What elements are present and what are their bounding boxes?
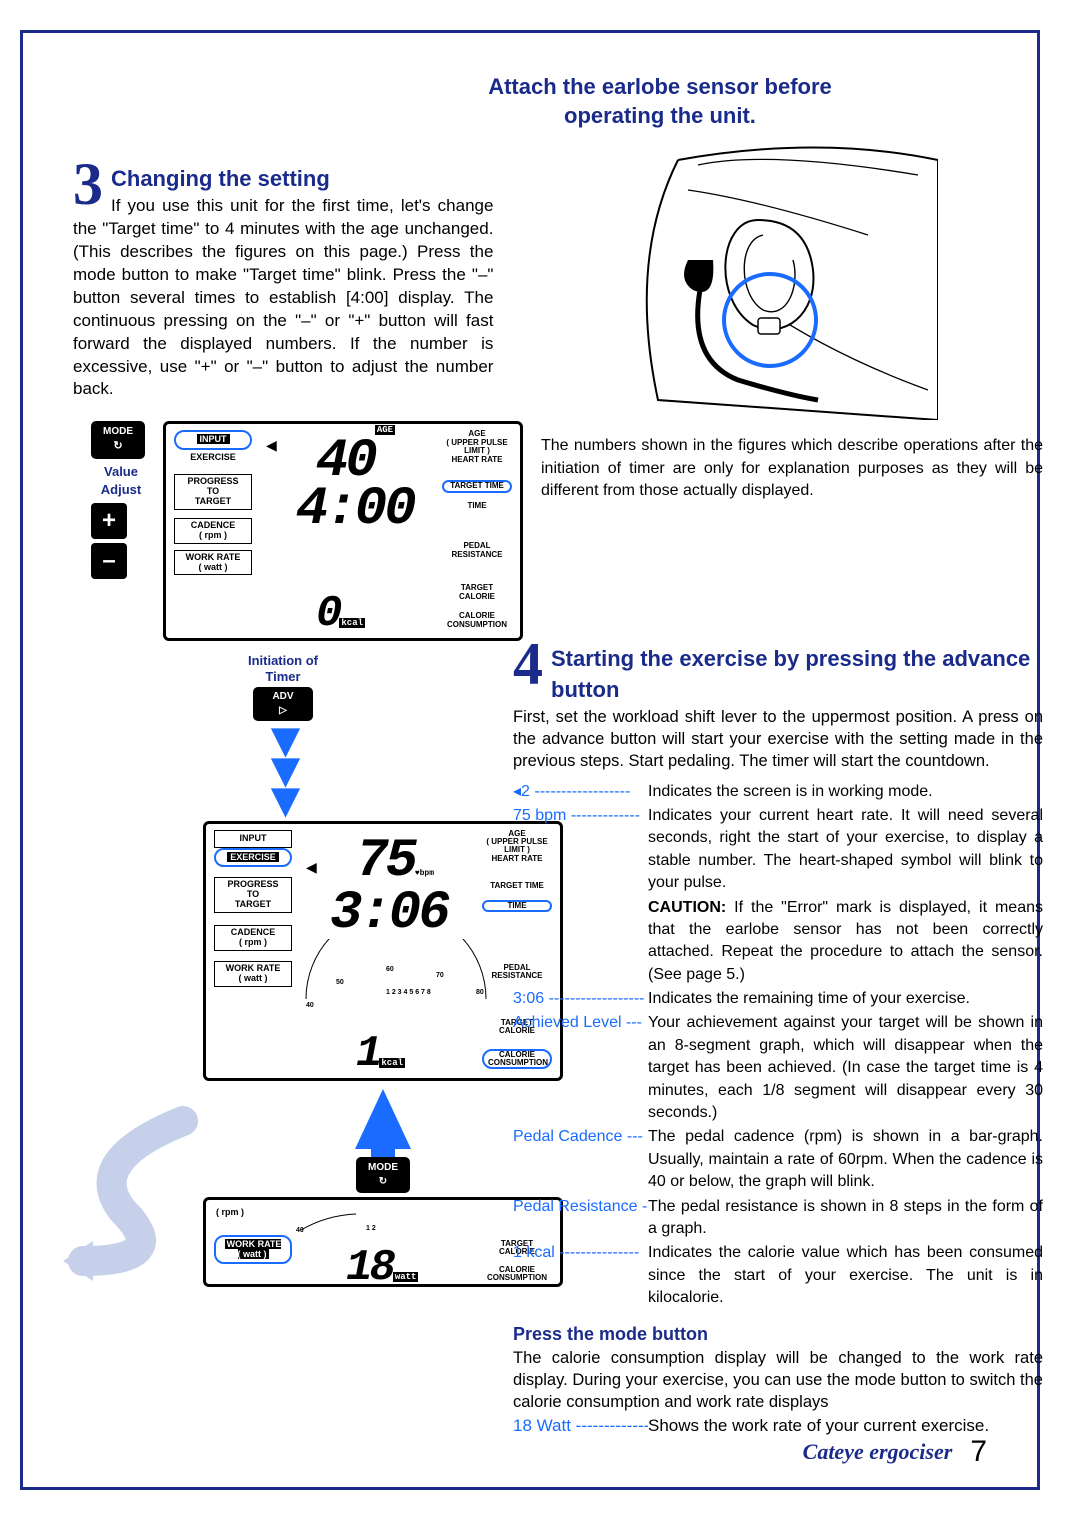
p2-exercise-label: EXERCISE: [214, 848, 292, 868]
lcd-panel-3: ( rpm ) WORK RATE ( watt ) 40 rpm 1 2 18…: [203, 1197, 563, 1287]
arrow-up-icon: [355, 1089, 411, 1149]
def-key: 3:06 ------------------: [513, 988, 648, 1010]
adv-label1: Initiation of: [193, 653, 373, 669]
curved-arrow-icon: [63, 1101, 203, 1281]
svg-text:40: 40: [296, 1227, 304, 1234]
brand-logo: Cateye ergociser: [803, 1437, 953, 1468]
svg-text:50: 50: [336, 979, 344, 986]
svg-text:70: 70: [436, 972, 444, 979]
press-mode-title: Press the mode button: [513, 1322, 1043, 1347]
p2-progress-label: PROGRESS TO TARGET: [214, 877, 292, 913]
def-key: ◂2 ------------------: [513, 781, 648, 803]
def-val: Indicates the calorie value which has be…: [648, 1242, 1043, 1309]
lcd-panel-1: INPUT EXERCISE PROGRESS TO TARGET CADENC…: [163, 421, 523, 641]
definition-list: ◂2 ------------------Indicates the scree…: [513, 781, 1043, 1310]
p1-input-label: INPUT: [174, 430, 252, 450]
def-key: Achieved Level ---: [513, 1012, 648, 1124]
left-arrow-icon-2: ◀: [306, 858, 317, 878]
p2-cadence-label: CADENCE ( rpm ): [214, 925, 292, 951]
lcd-panel-2: INPUT EXERCISE PROGRESS TO TARGET CADENC…: [203, 821, 563, 1081]
def-val: Indicates the remaining time of your exe…: [648, 988, 1043, 1010]
svg-text:1 2: 1 2: [366, 1225, 376, 1232]
left-arrow-icon: ◀: [266, 436, 277, 456]
p3-watt-value: 18watt: [346, 1238, 418, 1287]
p1-r-cal: CALORIE CONSUMPTION: [442, 612, 512, 629]
def-val: The pedal cadence (rpm) is shown in a ba…: [648, 1126, 1043, 1193]
svg-text:80: 80: [476, 989, 484, 996]
cycle-icon: ↻: [113, 440, 122, 452]
p1-r-pedal: PEDAL RESISTANCE: [442, 542, 512, 559]
def-val: Indicates your current heart rate. It wi…: [648, 805, 1043, 895]
section-4: 4 Starting the exercise by pressing the …: [513, 640, 1043, 1439]
value-adjust-label: Value Adjust: [91, 463, 151, 499]
p3-workrate-label: WORK RATE ( watt ): [214, 1235, 292, 1265]
minus-button[interactable]: –: [91, 543, 127, 579]
def-key: 1 kcal ---------------: [513, 1242, 648, 1309]
section-3-number: 3: [73, 160, 103, 208]
section-4-body: First, set the workload shift lever to t…: [513, 706, 1043, 773]
header-line1: Attach the earlobe sensor before: [488, 74, 832, 99]
def-key: [513, 897, 648, 987]
plus-button[interactable]: +: [91, 503, 127, 539]
p1-r-time: TIME: [442, 502, 512, 510]
p1-kcal-value: 0kcal: [316, 584, 365, 641]
page-number: 7: [970, 1431, 987, 1473]
arrow-down-icon: ▼▼▼: [193, 725, 373, 815]
def-val: CAUTION: If the "Error" mark is displaye…: [648, 897, 1043, 987]
p2-kcal-value: 1kcal: [356, 1024, 405, 1081]
p1-time-value: 4:00: [296, 472, 414, 548]
svg-text:40: 40: [306, 1002, 314, 1009]
p1-cadence-label: CADENCE ( rpm ): [174, 518, 252, 544]
svg-text:60: 60: [386, 966, 394, 973]
adv-label2: Timer: [193, 669, 373, 685]
def-key: Pedal Resistance --: [513, 1196, 648, 1241]
section-3-title: Changing the setting: [73, 160, 493, 195]
def-val: Indicates the screen is in working mode.: [648, 781, 1043, 803]
p2-input-label: INPUT: [214, 830, 292, 848]
rpm-gauge: 40 50 60 70 80 1 2 3 4 5 6 7 8 rpm: [296, 939, 496, 1009]
mode-button[interactable]: MODE ↻: [91, 421, 145, 458]
section-4-number: 4: [513, 640, 543, 688]
p1-progress-label: PROGRESS TO TARGET: [174, 474, 252, 510]
p1-exercise-label: EXERCISE: [174, 450, 252, 466]
mode-button-2[interactable]: MODE↻: [356, 1157, 410, 1193]
def-val: The pedal resistance is shown in 8 steps…: [648, 1196, 1043, 1241]
section-4-title: Starting the exercise by pressing the ad…: [513, 640, 1043, 706]
def-val: Your achievement against your target wil…: [648, 1012, 1043, 1124]
p1-r-tcal: TARGET CALORIE: [442, 584, 512, 601]
def-key: Pedal Cadence ---: [513, 1126, 648, 1193]
svg-text:1 2 3 4 5 6 7 8: 1 2 3 4 5 6 7 8: [386, 989, 431, 996]
page-header: Attach the earlobe sensor before operati…: [333, 73, 987, 130]
header-line2: operating the unit.: [564, 103, 756, 128]
ear-drawing-svg: [618, 140, 938, 420]
press-mode-body: The calorie consumption display will be …: [513, 1347, 1043, 1414]
p1-r-target-time: TARGET TIME: [442, 480, 512, 492]
cycle-icon-2: ↻: [379, 1176, 387, 1187]
def-key: 75 bpm -------------: [513, 805, 648, 895]
section-3: 3 Changing the setting If you use this u…: [73, 160, 493, 401]
p1-r-age: AGE ( UPPER PULSE LIMIT ) HEART RATE: [442, 430, 512, 464]
p1-workrate-label: WORK RATE ( watt ): [174, 550, 252, 576]
section-3-body: If you use this unit for the first time,…: [73, 195, 493, 401]
watt-key: 18 Watt -------------: [513, 1414, 648, 1438]
p3-rpm-gauge: 40 rpm 1 2: [296, 1202, 496, 1234]
earlobe-sensor-illustration: [618, 140, 938, 420]
adv-area: Initiation of Timer ADV▷ ▼▼▼: [193, 653, 373, 814]
p2-workrate-label: WORK RATE ( watt ): [214, 961, 292, 987]
p3-rpm-label: ( rpm ): [216, 1206, 244, 1219]
